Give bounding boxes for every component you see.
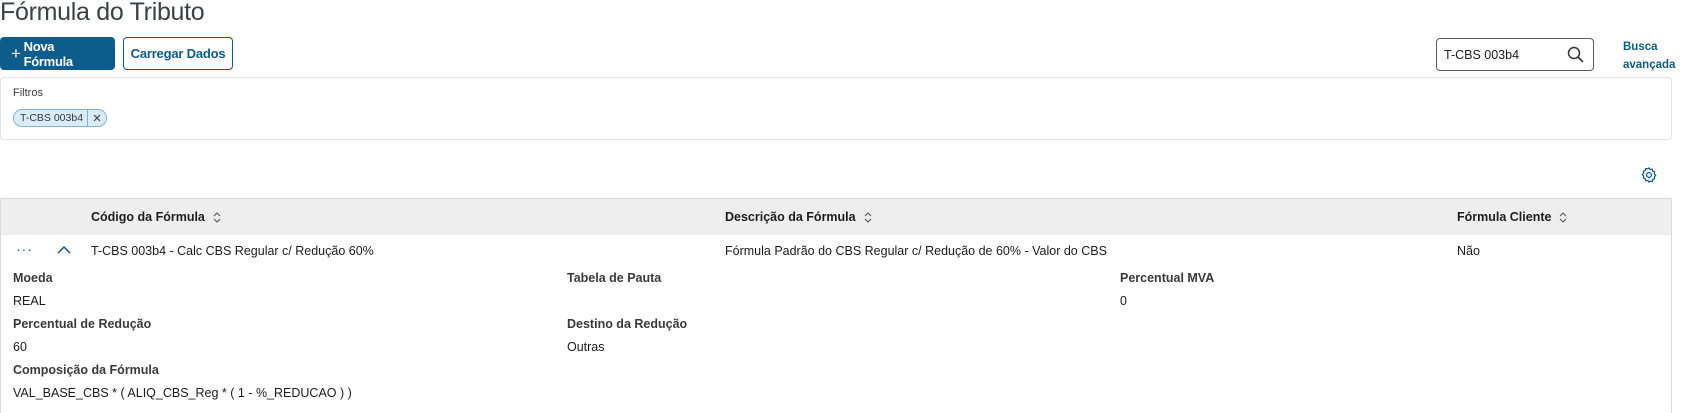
chip-remove-button[interactable] [88, 114, 106, 122]
gear-icon[interactable] [1640, 166, 1658, 184]
detail-value-destino-reducao: Outras [567, 340, 605, 354]
filter-chip-label: T-CBS 003b4 [20, 112, 84, 124]
filters-label: Filtros [13, 87, 43, 99]
sort-icon [864, 211, 871, 223]
filters-panel: Filtros T-CBS 003b4 [0, 77, 1672, 140]
detail-label-percentual-mva: Percentual MVA [1120, 271, 1215, 285]
advanced-search-link[interactable]: Busca avançada [1623, 38, 1675, 74]
detail-label-tabela-pauta: Tabela de Pauta [567, 271, 662, 285]
close-icon [93, 114, 101, 122]
table-row[interactable]: ··· T-CBS 003b4 - Calc CBS Regular c/ Re… [1, 235, 1671, 267]
toolbar: + Nova Fórmula Carregar Dados [0, 37, 233, 70]
detail-label-percentual-reducao: Percentual de Redução [13, 317, 152, 331]
chevron-up-icon[interactable] [56, 243, 72, 257]
sort-icon [213, 211, 221, 223]
column-header-cliente[interactable]: Fórmula Cliente [1457, 210, 1567, 224]
detail-label-destino-reducao: Destino da Redução [567, 317, 688, 331]
advanced-search-line1: Busca [1623, 41, 1658, 53]
column-label-cliente: Fórmula Cliente [1457, 210, 1552, 224]
filter-chip: T-CBS 003b4 [13, 109, 108, 127]
column-label-codigo: Código da Fórmula [91, 210, 205, 224]
new-formula-label: Nova Fórmula [23, 38, 73, 69]
advanced-search-line2: avançada [1623, 59, 1676, 71]
search-input[interactable] [1437, 47, 1564, 62]
new-formula-button[interactable]: + Nova Fórmula [0, 37, 115, 70]
formula-table: Código da Fórmula Descrição da Fórmula F… [0, 198, 1672, 413]
plus-icon: + [11, 43, 21, 63]
detail-value-percentual-reducao: 60 [13, 340, 27, 354]
page-title: Fórmula do Tributo [0, 0, 205, 26]
sort-icon [1560, 211, 1567, 223]
cell-cliente: Não [1457, 244, 1480, 258]
search-box [1436, 38, 1594, 71]
column-label-descricao: Descrição da Fórmula [725, 210, 856, 224]
cell-codigo: T-CBS 003b4 - Calc CBS Regular c/ Reduçã… [91, 244, 374, 258]
search-icon[interactable] [1567, 46, 1584, 63]
table-header: Código da Fórmula Descrição da Fórmula F… [1, 199, 1671, 235]
detail-value-composicao: VAL_BASE_CBS * ( ALIQ_CBS_Reg * ( 1 - %_… [13, 386, 352, 400]
cell-descricao: Fórmula Padrão do CBS Regular c/ Redução… [725, 244, 1107, 258]
more-horizontal-icon[interactable]: ··· [16, 241, 32, 257]
detail-value-percentual-mva: 0 [1120, 294, 1127, 308]
column-header-codigo[interactable]: Código da Fórmula [91, 210, 221, 224]
column-header-descricao[interactable]: Descrição da Fórmula [725, 210, 872, 224]
detail-label-composicao: Composição da Fórmula [13, 363, 159, 377]
detail-value-moeda: REAL [13, 294, 46, 308]
load-data-button[interactable]: Carregar Dados [123, 37, 233, 70]
detail-label-moeda: Moeda [13, 271, 53, 285]
